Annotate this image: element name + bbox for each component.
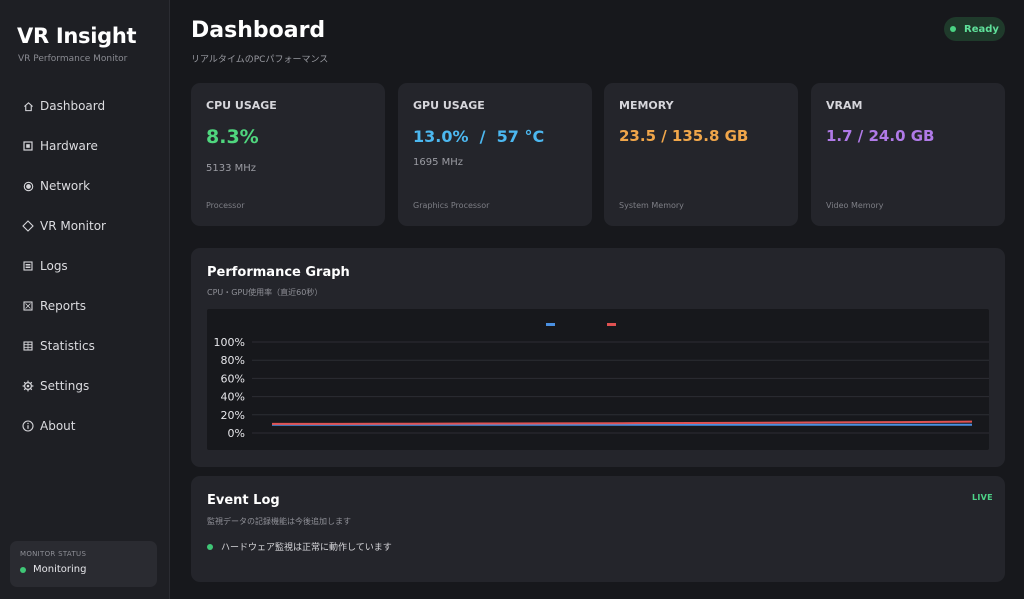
performance-chart: 0% 20% 40% 60% 80% 100%	[207, 309, 989, 450]
cpu-card-footer: Processor	[206, 201, 245, 210]
sidebar-item-label: Dashboard	[40, 99, 106, 113]
home-icon	[22, 100, 34, 112]
monitor-status-value: Monitoring	[20, 564, 147, 575]
page-title: Dashboard	[191, 18, 326, 43]
table-icon	[22, 340, 34, 352]
legend-swatch	[607, 323, 616, 326]
monitor-status-text: Monitoring	[33, 564, 87, 575]
log-item: ハードウェア監視は正常に動作しています	[207, 540, 392, 553]
monitor-status-label: MONITOR STATUS	[20, 550, 87, 558]
gpu-usage-card: GPU USAGE 13.0% / 57 °C 1695 MHz Graphic…	[398, 83, 592, 226]
status-dot-icon	[950, 26, 957, 32]
sidebar-item-settings[interactable]: Settings	[12, 366, 160, 406]
y-tick-label: 40%	[221, 391, 245, 404]
gpu-frequency: 1695 MHz	[413, 157, 464, 168]
status-badge-label: Ready	[964, 23, 999, 35]
y-tick-label: 100%	[214, 336, 245, 349]
vram-card-footer: Video Memory	[826, 201, 884, 210]
cpu-usage-value: 8.3%	[206, 126, 259, 148]
sidebar-item-hardware[interactable]: Hardware	[12, 126, 160, 166]
status-dot-icon	[20, 566, 26, 573]
memory-value: 23.5 / 135.8 GB	[619, 127, 749, 145]
performance-graph-card: Performance Graph CPU・GPU使用率（直近60秒） 0% 20…	[191, 248, 1005, 467]
log-item-text: ハードウェア監視は正常に動作しています	[221, 543, 392, 553]
y-tick-label: 60%	[221, 372, 245, 385]
page-subtitle: リアルタイムのPCパフォーマンス	[191, 55, 329, 65]
gpu-card-footer: Graphics Processor	[413, 201, 490, 210]
sidebar-item-statistics[interactable]: Statistics	[12, 326, 160, 366]
sidebar-item-label: Hardware	[40, 139, 98, 153]
gear-icon	[22, 380, 34, 392]
vram-card: VRAM 1.7 / 24.0 GB Video Memory	[811, 83, 1005, 226]
diamond-icon	[22, 220, 34, 232]
sidebar-item-label: Network	[40, 179, 91, 193]
memory-card-footer: System Memory	[619, 201, 684, 210]
vram-value: 1.7 / 24.0 GB	[826, 127, 935, 145]
event-log-subtitle: 監視データの記録機能は今後追加します	[207, 517, 351, 526]
sidebar-item-label: Reports	[40, 299, 87, 313]
sidebar: VR Insight VR Performance Monitor Dashbo…	[0, 0, 170, 599]
cpu-usage-title: CPU USAGE	[206, 99, 277, 112]
info-icon	[22, 420, 34, 432]
memory-title: MEMORY	[619, 99, 674, 112]
status-badge: Ready	[944, 17, 1005, 41]
sidebar-item-dashboard[interactable]: Dashboard	[12, 86, 160, 126]
event-log-card: Event Log 監視データの記録機能は今後追加します LIVE ハードウェア…	[191, 476, 1005, 582]
status-dot-icon	[207, 543, 213, 550]
cpu-usage-card: CPU USAGE 8.3% 5133 MHz Processor	[191, 83, 385, 226]
sidebar-item-label: Logs	[40, 259, 68, 273]
network-icon	[22, 180, 34, 192]
y-tick-label: 80%	[221, 354, 245, 367]
sidebar-item-logs[interactable]: Logs	[12, 246, 160, 286]
graph-subtitle: CPU・GPU使用率（直近60秒）	[207, 288, 323, 297]
app-title: VR Insight	[17, 24, 137, 48]
sidebar-item-about[interactable]: About	[12, 406, 160, 446]
event-log-title: Event Log	[207, 493, 280, 508]
y-tick-label: 20%	[221, 409, 245, 422]
sidebar-nav: Dashboard Hardware Network VR Monitor Lo…	[12, 86, 160, 446]
sidebar-item-label: VR Monitor	[40, 219, 106, 233]
monitor-status-card: MONITOR STATUS Monitoring	[10, 541, 157, 587]
memory-card: MEMORY 23.5 / 135.8 GB System Memory	[604, 83, 798, 226]
sidebar-item-label: Settings	[40, 379, 90, 393]
app-subtitle: VR Performance Monitor	[18, 54, 128, 64]
chip-icon	[22, 140, 34, 152]
live-badge: LIVE	[972, 493, 993, 502]
cpu-frequency: 5133 MHz	[206, 163, 257, 174]
gpu-usage-title: GPU USAGE	[413, 99, 485, 112]
sidebar-item-label: About	[40, 419, 76, 433]
vram-title: VRAM	[826, 99, 863, 112]
list-icon	[22, 260, 34, 272]
sidebar-item-network[interactable]: Network	[12, 166, 160, 206]
report-icon	[22, 300, 34, 312]
sidebar-item-vr-monitor[interactable]: VR Monitor	[12, 206, 160, 246]
graph-title: Performance Graph	[207, 265, 350, 280]
series-line	[272, 420, 973, 425]
legend-swatch	[546, 323, 555, 326]
performance-chart-svg: 0% 20% 40% 60% 80% 100%	[214, 323, 989, 440]
sidebar-item-reports[interactable]: Reports	[12, 286, 160, 326]
y-tick-label: 0%	[228, 427, 245, 440]
sidebar-item-label: Statistics	[40, 339, 95, 353]
gpu-usage-value: 13.0% / 57 °C	[413, 127, 545, 146]
